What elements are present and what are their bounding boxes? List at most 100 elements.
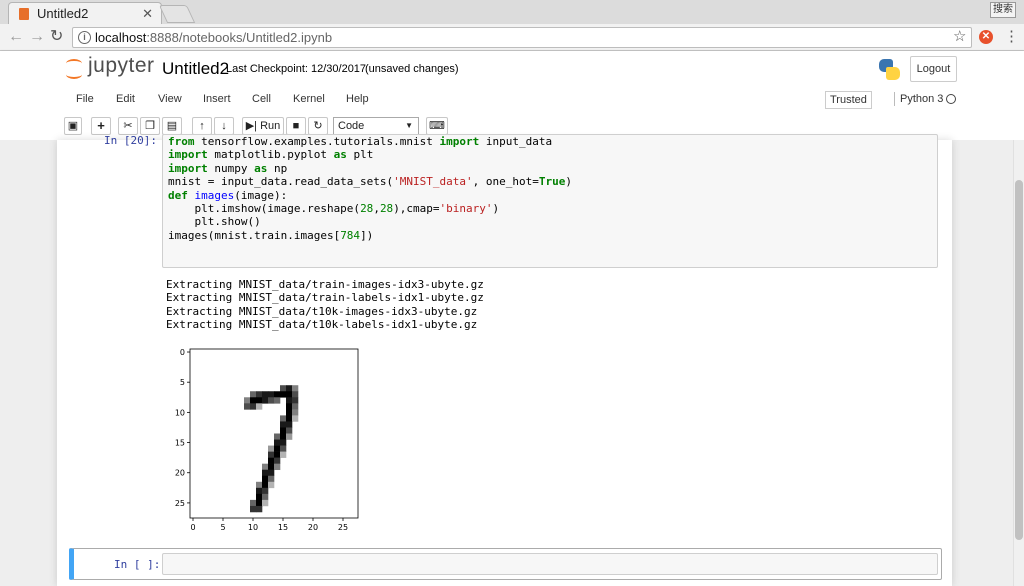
cell-type-select[interactable]: Code ▼ (333, 117, 419, 135)
image-pixel (280, 391, 287, 398)
kernel-name[interactable]: Python 3 (900, 93, 943, 105)
image-pixel (292, 397, 299, 404)
move-down-icon[interactable]: ↓ (214, 117, 234, 135)
image-pixel (262, 493, 269, 501)
image-pixel (268, 463, 275, 471)
kernel-status-icon (946, 94, 956, 104)
cell2-prompt: In [ ]: (114, 558, 161, 571)
image-pixel (280, 451, 287, 458)
x-tick-label: 15 (278, 523, 288, 532)
forward-arrow-icon[interactable]: → (29, 28, 45, 46)
menu-insert[interactable]: Insert (203, 93, 231, 105)
back-arrow-icon[interactable]: ← (8, 28, 24, 46)
image-pixel (280, 415, 287, 422)
menu-help[interactable]: Help (346, 93, 369, 105)
menu-view[interactable]: View (158, 93, 182, 105)
image-pixel (262, 499, 269, 507)
notebook-area: In [20]: from tensorflow.examples.tutori… (0, 134, 1013, 586)
empty-code-input[interactable] (162, 553, 938, 575)
image-pixel (250, 397, 257, 404)
extension-icon[interactable]: ✕ (979, 30, 993, 44)
image-pixel (262, 463, 269, 471)
save-icon[interactable]: ▣ (64, 117, 82, 135)
address-bar[interactable]: i localhost:8888/notebooks/Untitled2.ipy… (72, 27, 972, 48)
image-pixel (268, 445, 275, 452)
run-label: Run (260, 120, 281, 132)
cell1-prompt: In [20]: (104, 134, 157, 147)
jupyter-logo-arc-bottom (66, 70, 82, 79)
image-pixel (280, 445, 287, 452)
image-pixel (292, 415, 299, 422)
image-pixel (256, 481, 263, 489)
image-pixel (262, 487, 269, 495)
notebook-favicon-icon (19, 7, 29, 20)
image-pixel (286, 415, 293, 422)
image-pixel (274, 439, 281, 446)
move-up-icon[interactable]: ↑ (192, 117, 212, 135)
trusted-badge[interactable]: Trusted (825, 91, 872, 109)
image-pixel (268, 481, 275, 489)
image-pixel (280, 385, 287, 392)
image-pixel (274, 433, 281, 440)
copy-icon[interactable]: ❐ (140, 117, 160, 135)
image-pixel (256, 487, 263, 495)
image-pixel (256, 505, 263, 513)
cut-icon[interactable]: ✂ (118, 117, 138, 135)
command-palette-icon[interactable]: ⌨ (426, 117, 448, 135)
image-pixel (280, 439, 287, 446)
image-pixel (292, 403, 299, 410)
image-pixel (274, 463, 281, 471)
image-pixel (262, 475, 269, 483)
url-host: localhost (95, 30, 147, 45)
restart-icon[interactable]: ↻ (308, 117, 328, 135)
scrollbar-thumb[interactable] (1015, 180, 1023, 540)
interrupt-icon[interactable]: ■ (286, 117, 306, 135)
cell-type-value: Code (338, 120, 365, 132)
image-pixel (286, 421, 293, 428)
page-scrollbar[interactable] (1013, 140, 1024, 586)
image-pixel (262, 397, 269, 404)
menu-kernel[interactable]: Kernel (293, 93, 325, 105)
browser-tab[interactable]: Untitled2 ✕ (8, 2, 162, 24)
code-cell-input[interactable]: from tensorflow.examples.tutorials.mnist… (162, 134, 938, 268)
menu-bar: File Edit View Insert Cell Kernel Help T… (62, 88, 962, 110)
reload-icon[interactable]: ↻ (50, 28, 63, 46)
y-tick-label: 5 (180, 378, 185, 387)
notebook-name[interactable]: Untitled2 (162, 59, 229, 79)
insert-cell-icon[interactable]: + (91, 117, 111, 135)
image-pixel (268, 457, 275, 464)
empty-code-cell[interactable]: In [ ]: (69, 548, 942, 580)
image-pixel (286, 397, 293, 404)
imshow-chart: 0 5 10 15 20 25 0 5 10 15 20 25 (175, 348, 359, 532)
logout-button[interactable]: Logout (910, 56, 957, 82)
image-pixel (262, 481, 269, 489)
paste-icon[interactable]: ▤ (162, 117, 182, 135)
image-pixel (268, 451, 275, 458)
bookmark-star-icon[interactable]: ☆ (953, 27, 966, 45)
image-pixel (280, 427, 287, 434)
image-pixel (256, 403, 263, 410)
image-pixel (256, 493, 263, 501)
x-tick-label: 5 (220, 523, 225, 532)
image-pixel (250, 499, 257, 507)
output-line: Extracting MNIST_data/train-labels-idx1-… (166, 291, 484, 305)
imshow-plot: 0 5 10 15 20 25 0 5 10 15 20 25 (160, 340, 370, 540)
kernel-separator (894, 92, 895, 106)
run-icon: ▶| (245, 120, 258, 132)
run-button[interactable]: ▶| Run (242, 117, 284, 135)
image-pixel (250, 403, 257, 410)
close-tab-icon[interactable]: ✕ (142, 6, 153, 22)
menu-file[interactable]: File (76, 93, 94, 105)
menu-cell[interactable]: Cell (252, 93, 271, 105)
image-pixel (268, 469, 275, 477)
image-pixel (262, 391, 269, 398)
image-pixel (274, 391, 281, 398)
menu-edit[interactable]: Edit (116, 93, 135, 105)
cell-output-stdout: Extracting MNIST_data/train-images-idx3-… (166, 278, 484, 332)
y-tick-label: 0 (180, 348, 185, 357)
image-pixel (286, 409, 293, 416)
browser-menu-icon[interactable]: ⋮ (1004, 28, 1019, 46)
info-icon[interactable]: i (78, 31, 91, 44)
new-tab-button[interactable] (158, 5, 196, 23)
image-pixel (244, 403, 251, 410)
